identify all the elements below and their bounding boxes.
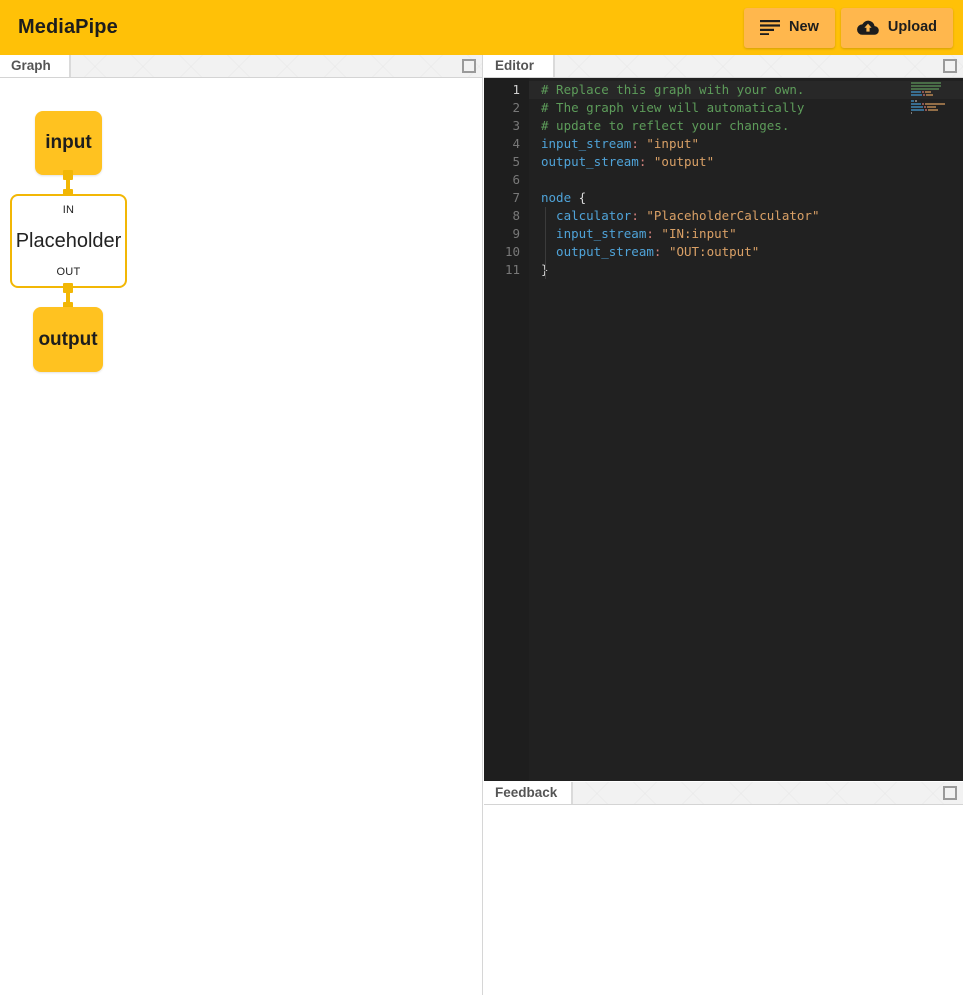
code-token-punc: : bbox=[631, 208, 646, 223]
app-root: MediaPipe New bbox=[0, 0, 963, 995]
graph-node-placeholder-out-label: OUT bbox=[12, 266, 125, 278]
code-token-str: "OUT:output" bbox=[669, 244, 759, 259]
tab-feedback-label: Feedback bbox=[495, 785, 557, 800]
graph-canvas[interactable]: input IN Placeholder OUT output bbox=[0, 78, 482, 995]
code-editor[interactable]: 1234567891011 # Replace this graph with … bbox=[484, 78, 963, 781]
code-token-com: # Replace this graph with your own. bbox=[541, 82, 804, 97]
editor-maximize-icon[interactable] bbox=[943, 59, 957, 73]
graph-tabstrip-fill bbox=[70, 55, 482, 77]
upload-button[interactable]: Upload bbox=[841, 8, 953, 48]
editor-code-area[interactable]: # Replace this graph with your own. # The… bbox=[529, 78, 963, 781]
cloud-upload-icon bbox=[857, 19, 879, 36]
editor-tabstrip-fill bbox=[554, 55, 963, 77]
code-token-plain: { bbox=[571, 190, 586, 205]
feedback-tabstrip-fill bbox=[572, 782, 963, 804]
line-number: 8 bbox=[484, 207, 529, 225]
code-token-key: output_stream bbox=[541, 154, 639, 169]
line-number: 4 bbox=[484, 135, 529, 153]
tab-graph-label: Graph bbox=[11, 58, 51, 73]
editor-line-numbers: 1234567891011 bbox=[484, 78, 529, 781]
code-line[interactable]: # update to reflect your changes. bbox=[529, 117, 963, 135]
line-number: 9 bbox=[484, 225, 529, 243]
new-button-label: New bbox=[789, 20, 819, 35]
graph-tabbar: Graph bbox=[0, 55, 482, 78]
line-number: 7 bbox=[484, 189, 529, 207]
graph-node-output-label: output bbox=[38, 329, 97, 351]
code-line[interactable]: node { bbox=[529, 189, 963, 207]
graph-node-output[interactable]: output bbox=[33, 307, 103, 372]
line-number: 6 bbox=[484, 171, 529, 189]
line-number: 11 bbox=[484, 261, 529, 279]
graph-panel: Graph input IN Placeholder OUT bbox=[0, 55, 483, 995]
graph-maximize-icon[interactable] bbox=[462, 59, 476, 73]
code-line[interactable] bbox=[529, 171, 963, 189]
code-line[interactable]: output_stream: "OUT:output" bbox=[529, 243, 963, 261]
code-token-punc: : bbox=[631, 136, 646, 151]
editor-indent-guide bbox=[545, 207, 546, 279]
graph-node-input-label: input bbox=[45, 132, 91, 154]
graph-node-placeholder[interactable]: IN Placeholder OUT bbox=[10, 194, 127, 288]
code-line[interactable]: input_stream: "input" bbox=[529, 135, 963, 153]
new-button[interactable]: New bbox=[744, 8, 835, 48]
editor-code-lines[interactable]: # Replace this graph with your own. # The… bbox=[529, 81, 963, 279]
feedback-tabbar: Feedback bbox=[484, 782, 963, 805]
menu-lines-icon bbox=[760, 20, 780, 35]
tab-editor-label: Editor bbox=[495, 58, 534, 73]
code-token-key: calculator bbox=[541, 208, 631, 223]
code-token-key: node bbox=[541, 190, 571, 205]
line-number: 2 bbox=[484, 99, 529, 117]
app-header: MediaPipe New bbox=[0, 0, 963, 55]
code-line[interactable]: output_stream: "output" bbox=[529, 153, 963, 171]
editor-tabbar: Editor bbox=[484, 55, 963, 78]
feedback-content bbox=[484, 805, 963, 995]
code-token-str: "input" bbox=[646, 136, 699, 151]
tab-feedback[interactable]: Feedback bbox=[484, 782, 572, 804]
editor-panel: Editor 1234567891011 # Replace this grap… bbox=[484, 55, 963, 781]
line-number: 3 bbox=[484, 117, 529, 135]
code-token-str: "output" bbox=[654, 154, 714, 169]
code-line[interactable]: # Replace this graph with your own. bbox=[529, 81, 963, 99]
code-token-str: "PlaceholderCalculator" bbox=[646, 208, 819, 223]
code-line[interactable]: # The graph view will automatically bbox=[529, 99, 963, 117]
feedback-panel: Feedback bbox=[484, 782, 963, 995]
code-token-punc: : bbox=[646, 226, 661, 241]
line-number: 1 bbox=[484, 81, 529, 99]
code-line[interactable]: input_stream: "IN:input" bbox=[529, 225, 963, 243]
graph-node-placeholder-in-label: IN bbox=[12, 204, 125, 216]
line-number: 5 bbox=[484, 153, 529, 171]
code-token-com: # The graph view will automatically bbox=[541, 100, 804, 115]
tab-graph[interactable]: Graph bbox=[0, 55, 70, 77]
header-actions: New Upload bbox=[744, 8, 953, 48]
code-token-com: # update to reflect your changes. bbox=[541, 118, 789, 133]
code-token-key: input_stream bbox=[541, 226, 646, 241]
graph-node-input[interactable]: input bbox=[35, 111, 102, 175]
feedback-maximize-icon[interactable] bbox=[943, 786, 957, 800]
tab-editor[interactable]: Editor bbox=[484, 55, 554, 77]
code-token-punc: : bbox=[654, 244, 669, 259]
upload-button-label: Upload bbox=[888, 20, 937, 35]
code-token-key: output_stream bbox=[541, 244, 654, 259]
app-title: MediaPipe bbox=[18, 16, 118, 39]
code-token-key: input_stream bbox=[541, 136, 631, 151]
code-token-punc: : bbox=[639, 154, 654, 169]
line-number: 10 bbox=[484, 243, 529, 261]
graph-node-placeholder-label: Placeholder bbox=[16, 230, 122, 253]
code-line[interactable]: calculator: "PlaceholderCalculator" bbox=[529, 207, 963, 225]
code-line[interactable]: } bbox=[529, 261, 963, 279]
code-token-str: "IN:input" bbox=[661, 226, 736, 241]
